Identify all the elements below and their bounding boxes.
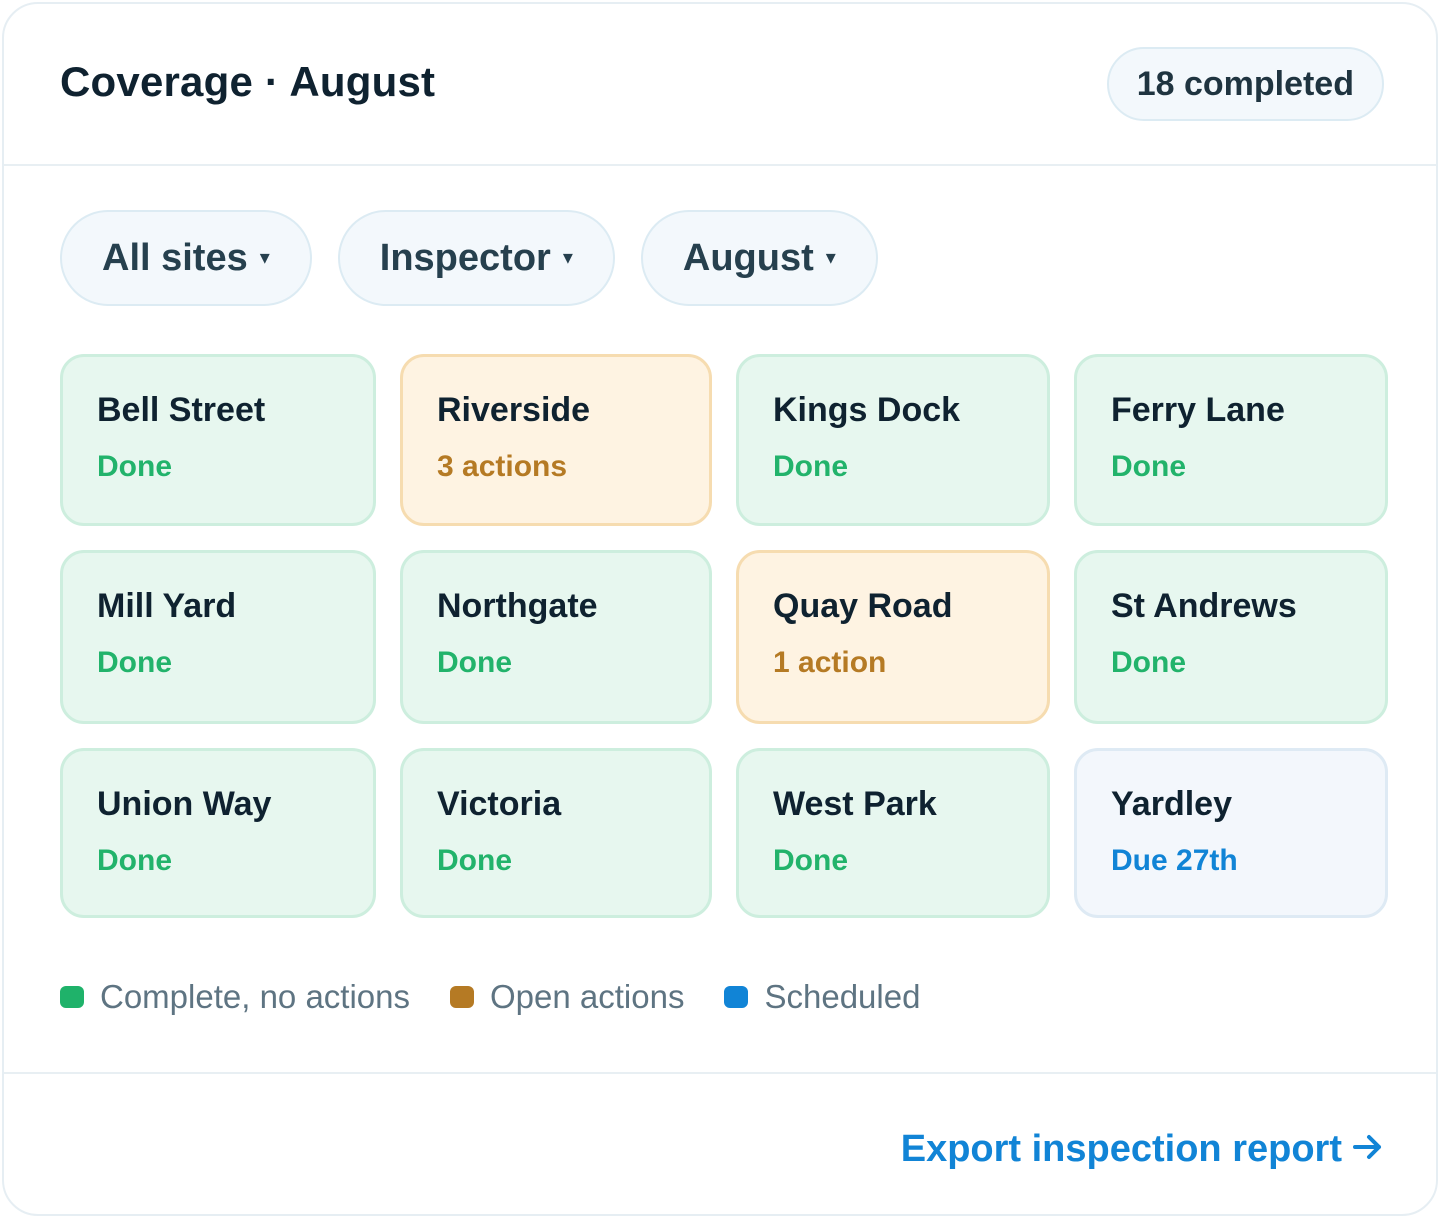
filter-label: Inspector: [379, 236, 551, 279]
site-tile-victoria[interactable]: Victoria Done: [400, 748, 712, 918]
site-name: Bell Street: [97, 391, 266, 429]
site-tile-st-andrews[interactable]: St Andrews Done: [1074, 550, 1388, 724]
site-grid: Bell Street Done Riverside 3 actions Kin…: [60, 354, 1388, 918]
page-title: Coverage · August: [60, 58, 436, 105]
legend-item-open-actions: Open actions: [450, 978, 684, 1016]
site-name: Riverside: [437, 391, 591, 429]
legend-item-complete: Complete, no actions: [60, 978, 410, 1016]
site-status: Done: [437, 844, 512, 877]
site-status: Done: [97, 844, 172, 877]
site-status: Done: [773, 844, 848, 877]
caret-down-icon: ▾: [259, 247, 270, 269]
legend-item-scheduled: Scheduled: [724, 978, 920, 1016]
site-name: Yardley: [1111, 785, 1232, 823]
caret-down-icon: ▾: [825, 247, 836, 269]
site-status: Done: [1111, 450, 1186, 483]
site-tile-yardley[interactable]: Yardley Due 27th: [1074, 748, 1388, 918]
site-tile-west-park[interactable]: West Park Done: [736, 748, 1050, 918]
filter-label: August: [682, 236, 814, 279]
site-status: 3 actions: [437, 450, 568, 483]
filter-month-dropdown[interactable]: August ▾: [640, 210, 878, 306]
legend-label: Open actions: [490, 978, 685, 1015]
site-tile-quay-road[interactable]: Quay Road 1 action: [736, 550, 1050, 724]
site-name: Kings Dock: [773, 391, 961, 429]
filter-label: All sites: [102, 236, 248, 279]
site-status: Done: [773, 450, 848, 483]
footer-divider: [4, 1072, 1436, 1074]
status-legend: Complete, no actions Open actions Schedu…: [60, 978, 920, 1016]
legend-label: Complete, no actions: [100, 978, 411, 1015]
site-name: Northgate: [437, 587, 598, 625]
completed-count-badge: 18 completed: [1106, 47, 1384, 121]
caret-down-icon: ▾: [562, 247, 573, 269]
site-tile-union-way[interactable]: Union Way Done: [60, 748, 376, 918]
site-status: 1 action: [773, 646, 887, 679]
site-status: Done: [1111, 646, 1186, 679]
site-status: Due 27th: [1111, 844, 1238, 877]
site-name: Ferry Lane: [1111, 391, 1285, 429]
legend-swatch-amber: [450, 986, 475, 1008]
export-label: Export inspection report: [900, 1128, 1342, 1170]
site-name: St Andrews: [1111, 587, 1297, 625]
site-tile-ferry-lane[interactable]: Ferry Lane Done: [1074, 354, 1388, 526]
site-tile-riverside[interactable]: Riverside 3 actions: [400, 354, 712, 526]
site-status: Done: [437, 646, 512, 679]
coverage-card: Coverage · August 18 completed All sites…: [2, 2, 1438, 1216]
filter-inspector-dropdown[interactable]: Inspector ▾: [337, 210, 615, 306]
site-tile-kings-dock[interactable]: Kings Dock Done: [736, 354, 1050, 526]
filter-all-sites-dropdown[interactable]: All sites ▾: [60, 210, 312, 306]
legend-swatch-green: [60, 986, 84, 1008]
site-tile-mill-yard[interactable]: Mill Yard Done: [60, 550, 376, 724]
card-header: Coverage · August 18 completed: [4, 4, 1436, 166]
site-status: Done: [97, 450, 172, 483]
site-name: Quay Road: [773, 587, 953, 625]
arrow-right-icon: [1352, 1128, 1384, 1171]
site-name: West Park: [773, 785, 937, 823]
filter-bar: All sites ▾ Inspector ▾ August ▾: [60, 210, 878, 306]
legend-label: Scheduled: [764, 978, 921, 1015]
site-tile-bell-street[interactable]: Bell Street Done: [60, 354, 376, 526]
site-name: Victoria: [437, 785, 562, 823]
site-name: Mill Yard: [97, 587, 237, 625]
legend-swatch-blue: [724, 986, 749, 1008]
site-status: Done: [97, 646, 172, 679]
site-name: Union Way: [97, 785, 272, 823]
export-report-link[interactable]: Export inspection report: [901, 1128, 1384, 1171]
site-tile-northgate[interactable]: Northgate Done: [400, 550, 712, 724]
